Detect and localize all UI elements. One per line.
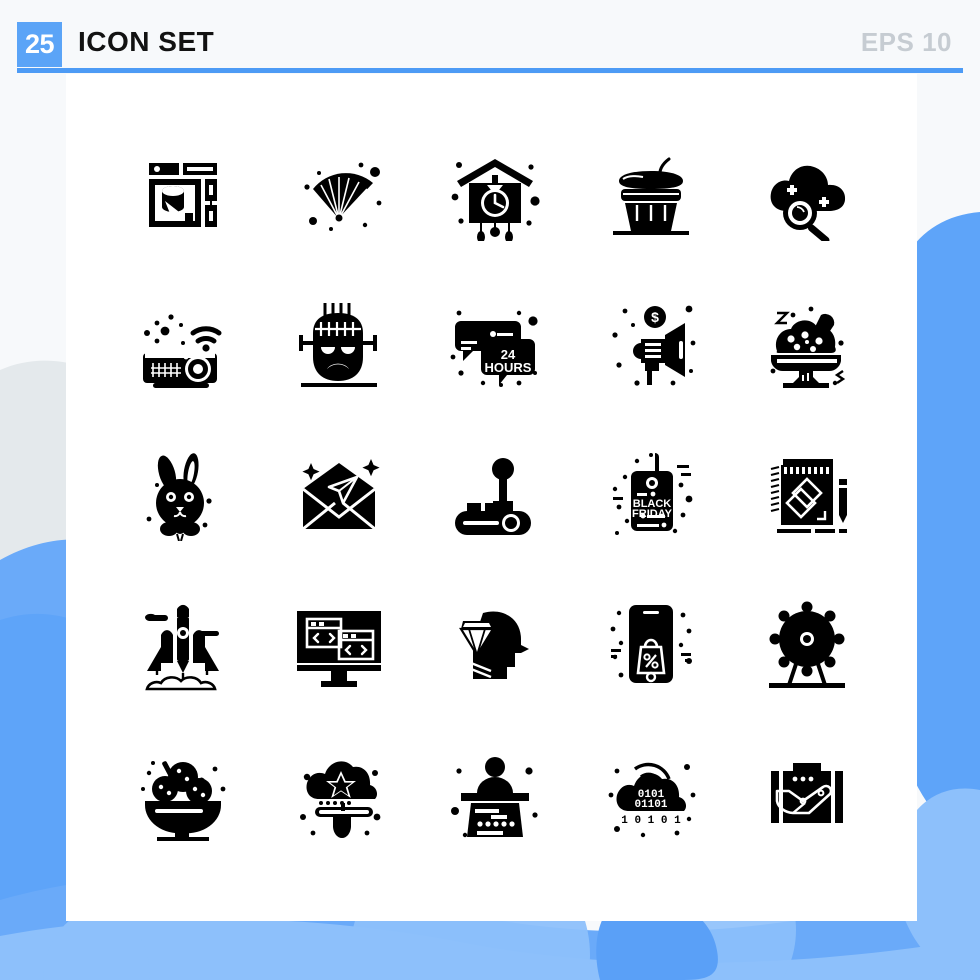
black-friday-tag-icon: BLACK FRIDAY — [612, 453, 693, 535]
travel-suitcase-plane-icon — [771, 763, 843, 823]
icon-cell-8[interactable]: 24 HOURS — [417, 268, 573, 418]
icon-cell-11[interactable] — [105, 418, 261, 568]
svg-text:01101: 01101 — [634, 799, 667, 811]
wireless-projector-icon — [143, 314, 222, 388]
svg-text:$: $ — [651, 309, 659, 325]
icon-grid: 24 HOURS $ BLACK FRIDAY 0101 01101 1 0 1… — [105, 118, 885, 878]
icon-cell-13[interactable] — [417, 418, 573, 568]
svg-text:HOURS: HOURS — [485, 360, 532, 375]
icon-cell-25[interactable] — [729, 718, 885, 868]
icon-cell-2[interactable] — [261, 118, 417, 268]
icon-cell-9[interactable]: $ — [573, 268, 729, 418]
icon-cell-16[interactable] — [105, 568, 261, 718]
cherry-cupcake-icon — [613, 157, 689, 235]
icon-cell-24[interactable]: 0101 01101 1 0 1 0 1 — [573, 718, 729, 868]
icon-cell-18[interactable] — [417, 568, 573, 718]
diamond-mind-head-icon — [459, 611, 529, 679]
ice-cream-bowl-icon — [141, 761, 226, 841]
svg-text:1 0 1 0 1: 1 0 1 0 1 — [621, 815, 681, 827]
icon-cell-4[interactable] — [573, 118, 729, 268]
icon-cell-15[interactable] — [729, 418, 885, 568]
sleeping-cake-stand-icon — [770, 306, 846, 388]
cuckoo-clock-icon — [451, 159, 540, 241]
sketchbook-pencil-icon — [770, 459, 847, 533]
browser-database-search-icon — [149, 163, 217, 227]
icon-cell-3[interactable] — [417, 118, 573, 268]
cloud-binary-rain-icon: 0101 01101 1 0 1 0 1 — [608, 762, 696, 838]
cloud-star-shield-icon — [300, 761, 381, 839]
poster-header: 25 ICON SET EPS 10 — [0, 0, 980, 73]
cloud-search-icon — [770, 165, 846, 241]
megaphone-dollar-icon: $ — [612, 305, 696, 386]
joystick-icon — [455, 458, 531, 535]
svg-text:FRIDAY: FRIDAY — [632, 508, 673, 520]
icon-cell-7[interactable] — [261, 268, 417, 418]
open-envelope-send-icon — [302, 459, 380, 531]
space-shuttle-launch-icon — [144, 604, 219, 691]
frankenstein-mask-icon — [299, 303, 377, 387]
icon-cell-21[interactable] — [105, 718, 261, 868]
icon-cell-23[interactable] — [417, 718, 573, 868]
page-title: ICON SET — [78, 26, 215, 57]
icon-cell-19[interactable] — [573, 568, 729, 718]
rabbit-head-icon — [146, 453, 212, 541]
chat-24-hours-icon: 24 HOURS — [450, 310, 538, 387]
monitor-coding-icon — [297, 611, 381, 687]
icon-cell-10[interactable] — [729, 268, 885, 418]
eps-version-label: EPS 10 — [860, 27, 952, 57]
icon-cell-17[interactable] — [261, 568, 417, 718]
icon-cell-14[interactable]: BLACK FRIDAY — [573, 418, 729, 568]
ferris-wheel-icon — [769, 601, 845, 688]
speaker-podium-icon — [451, 757, 538, 838]
mobile-shop-discount-icon — [610, 605, 692, 683]
icon-cell-5[interactable] — [729, 118, 885, 268]
icon-count-badge: 25 — [17, 22, 62, 67]
icon-cell-22[interactable] — [261, 718, 417, 868]
icon-cell-6[interactable] — [105, 268, 261, 418]
icon-cell-20[interactable] — [729, 568, 885, 718]
hand-fan-icon — [304, 162, 382, 231]
icon-cell-12[interactable] — [261, 418, 417, 568]
icon-cell-1[interactable] — [105, 118, 261, 268]
icon-set-poster: 25 ICON SET EPS 10 24 HOURS $ BLACK FRID… — [0, 0, 980, 980]
header-divider — [17, 68, 963, 73]
